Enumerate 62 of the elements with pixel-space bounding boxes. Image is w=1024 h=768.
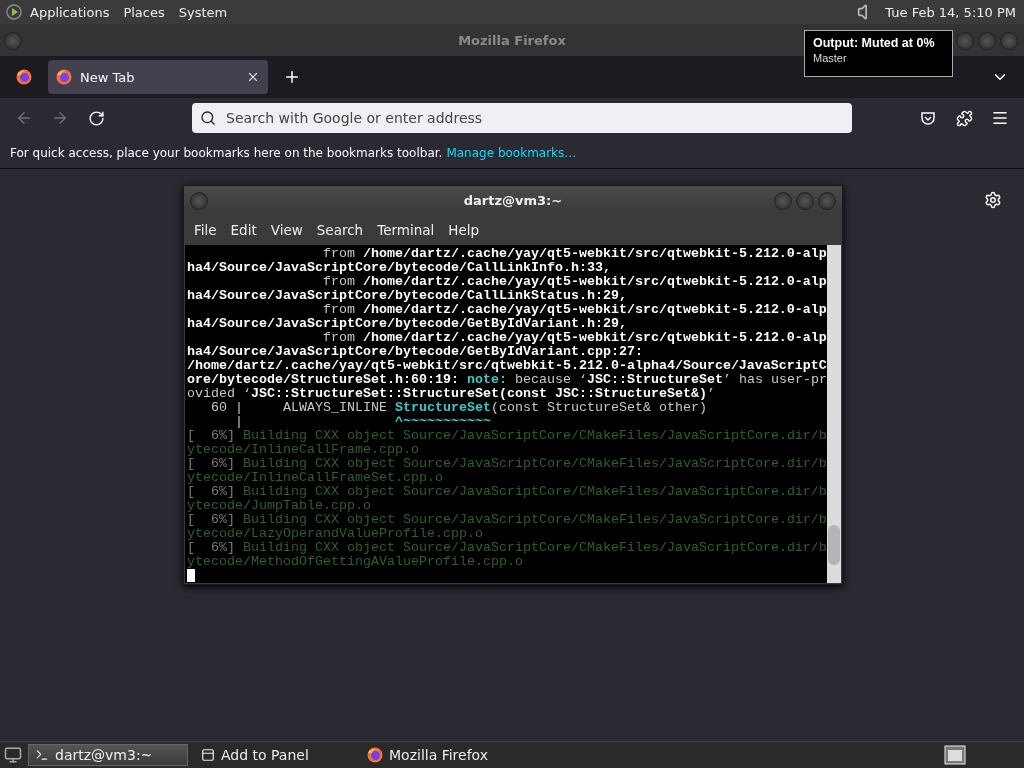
- window-title: Mozilla Firefox: [458, 32, 566, 48]
- terminal-line: [ 6%] Building CXX object Source/JavaScriptCore/CMakeFiles/JavaScriptCore.dir/b: [187, 484, 827, 499]
- address-bar[interactable]: Search with Google or enter address: [192, 103, 852, 133]
- workspace-icon[interactable]: [944, 745, 966, 765]
- terminal-menu[interactable]: Terminal: [370, 222, 442, 238]
- terminal-title: dartz@vm3:~: [463, 193, 563, 208]
- terminal-line: ytecode/InlineCallFrame.cpp.o: [187, 442, 419, 457]
- puzzle-icon[interactable]: [955, 109, 973, 127]
- bookmarks-hint: For quick access, place your bookmarks here on the bookmarks toolbar.: [10, 146, 443, 160]
- terminal-line: ha4/Source/JavaScriptCore/bytecode/CallLinkStatus.h:29,: [187, 288, 627, 303]
- terminal-line: ytecode/JumpTable.cpp.o: [187, 498, 371, 513]
- terminal-line: from /home/dartz/.cache/yay/qt5-webkit/src/qtwebkit-5.212.0-alp: [321, 302, 827, 317]
- reload-icon[interactable]: [87, 109, 105, 127]
- terminal-line: [ 6%] Building CXX object Source/JavaScriptCore/CMakeFiles/JavaScriptCore.dir/b: [187, 456, 827, 471]
- panel-clock[interactable]: Tue Feb 14, 5:10 PM: [885, 4, 1016, 20]
- terminal-line: /home/dartz/.cache/yay/qt5-webkit/src/qtwebkit-5.212.0-alpha4/Source/JavaScriptC: [187, 358, 827, 373]
- search-icon: [200, 110, 216, 126]
- manage-bookmarks-link[interactable]: Manage bookmarks…: [446, 146, 577, 160]
- terminal-line: [ 6%] Building CXX object Source/JavaScriptCore/CMakeFiles/JavaScriptCore.dir/b: [187, 428, 827, 443]
- terminal-line: ore/bytecode/StructureSet.h:60:19: note: because ‘JSC::StructureSet’ has user-pr: [187, 372, 827, 387]
- terminal-icon[interactable]: [35, 748, 49, 762]
- play-logo-icon[interactable]: [6, 4, 22, 20]
- terminal-line: from /home/dartz/.cache/yay/qt5-webkit/src/qtwebkit-5.212.0-alp: [321, 274, 827, 289]
- panel-menu[interactable]: Places: [117, 4, 171, 20]
- taskbar-button[interactable]: Add to Panel: [194, 744, 354, 766]
- browser-tab[interactable]: New Tab: [48, 60, 268, 94]
- taskbar-button[interactable]: dartz@vm3:~: [28, 744, 188, 766]
- terminal-line: ytecode/InlineCallFrameSet.cpp.o: [187, 470, 443, 485]
- text-cursor: [187, 569, 195, 582]
- terminal-line: from /home/dartz/.cache/yay/qt5-webkit/src/qtwebkit-5.212.0-alp: [321, 330, 827, 345]
- terminal-line: | ^~~~~~~~~~~~: [234, 414, 491, 429]
- tooltip-title: Output: Muted at 0%: [813, 36, 936, 51]
- terminal-line: ytecode/LazyOperandValueProfile.cpp.o: [187, 526, 483, 541]
- menu-icon[interactable]: [991, 109, 1009, 127]
- close-icon[interactable]: [246, 70, 260, 84]
- firefox-logo-icon: [56, 69, 72, 85]
- panel-menu[interactable]: Applications: [24, 4, 116, 20]
- panel-menu[interactable]: System: [172, 4, 234, 20]
- tooltip-subtitle: Master: [813, 52, 848, 65]
- terminal-menu[interactable]: File: [187, 222, 224, 238]
- scrollbar[interactable]: [827, 245, 841, 583]
- terminal-line: ovided ‘JSC::StructureSet::StructureSet(const JSC::StructureSet&)’: [187, 386, 715, 401]
- plus-icon[interactable]: [283, 68, 301, 86]
- panel-icon[interactable]: [201, 748, 215, 762]
- terminal-line: ha4/Source/JavaScriptCore/bytecode/GetByIdVariant.cpp:27:: [187, 344, 643, 359]
- terminal-line: ha4/Source/JavaScriptCore/bytecode/CallLinkInfo.h:33,: [187, 260, 611, 275]
- terminal-line: ha4/Source/JavaScriptCore/bytecode/GetByIdVariant.h:29,: [187, 316, 627, 331]
- terminal-line: [ 6%] Building CXX object Source/JavaScriptCore/CMakeFiles/JavaScriptCore.dir/b: [187, 540, 827, 555]
- terminal-line: from /home/dartz/.cache/yay/qt5-webkit/src/qtwebkit-5.212.0-alp: [321, 246, 827, 261]
- terminal-menu[interactable]: Help: [441, 222, 487, 238]
- terminal-line: 60 | ALWAYS_INLINE StructureSet(const StructureSet& other): [210, 400, 707, 415]
- terminal-line: [ 6%] Building CXX object Source/JavaScriptCore/CMakeFiles/JavaScriptCore.dir/b: [187, 512, 827, 527]
- terminal-menu[interactable]: View: [263, 222, 310, 238]
- firefox-logo-icon: [367, 747, 383, 763]
- settings-icon[interactable]: [984, 191, 1002, 209]
- show-desktop-icon[interactable]: [4, 746, 22, 764]
- firefox-logo-icon: [16, 69, 32, 85]
- terminal-menu[interactable]: Edit: [223, 222, 264, 238]
- terminal-line: ytecode/MethodOfGettingAValueProfile.cpp.o: [187, 554, 523, 569]
- taskbar-button[interactable]: Mozilla Firefox: [360, 744, 520, 766]
- pocket-icon[interactable]: [920, 110, 936, 126]
- terminal-menu[interactable]: Search: [309, 222, 371, 238]
